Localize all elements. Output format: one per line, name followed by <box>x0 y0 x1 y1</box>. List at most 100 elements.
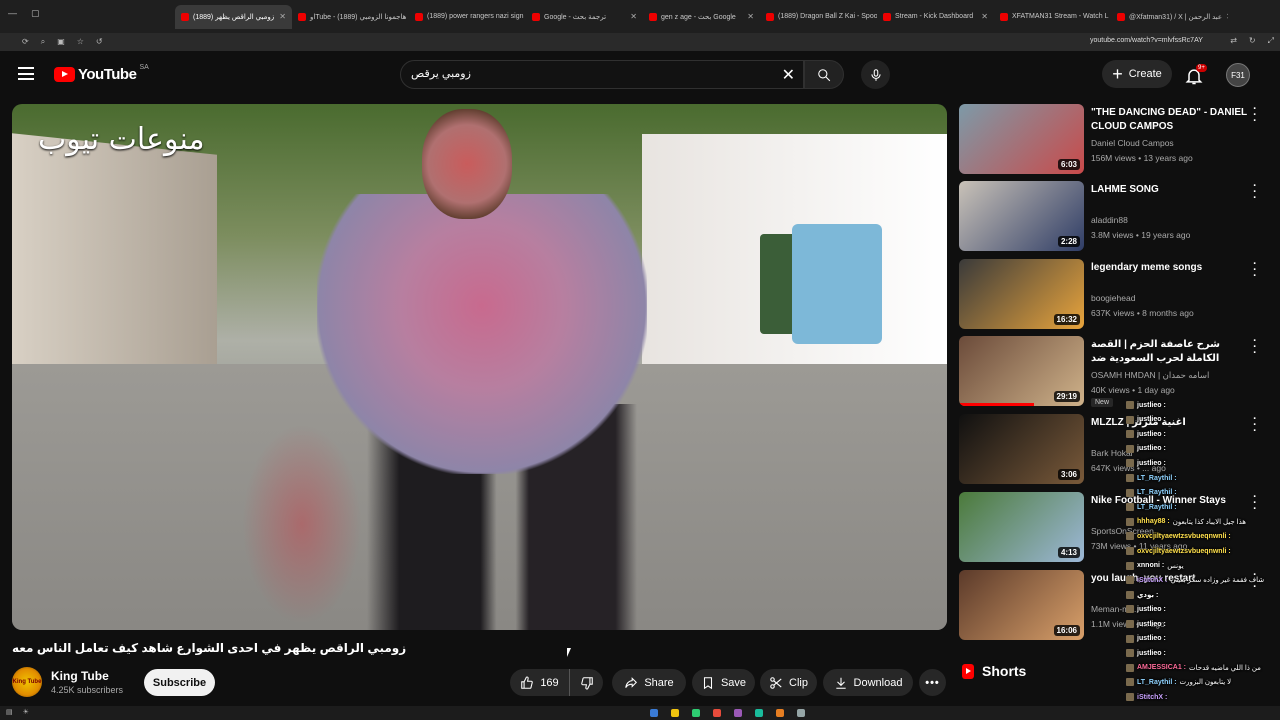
tab-close-icon[interactable]: ✕ <box>747 12 754 21</box>
more-vertical-icon[interactable]: · · · <box>1251 259 1259 282</box>
download-button[interactable]: Download <box>823 669 913 696</box>
chat-message: AMJESSICA1 : من ذا اللي ماضيه قدحات <box>1126 663 1261 673</box>
channel-avatar[interactable]: King Tube <box>12 667 42 697</box>
address-url[interactable]: youtube.com/watch?v=mlvfssRc7AY <box>1090 37 1203 44</box>
save-label: Save <box>720 676 747 689</box>
search-query[interactable]: زومبي يرقص <box>411 67 471 80</box>
browser-tab[interactable]: زومبي الراقص يظهر (1889) ✕ <box>175 4 292 29</box>
recommended-video[interactable]: 6:03 "THE DANCING DEAD" - DANIEL CLOUD CA… <box>959 104 1269 174</box>
taskbar-app-icon[interactable] <box>692 709 700 717</box>
browser-tab[interactable]: Stream - Kick Dashboard ✕ <box>877 5 994 29</box>
video-thumbnail[interactable]: 16:06 <box>959 570 1084 640</box>
chat-message: LT_Raythil : <box>1126 473 1180 483</box>
video-thumbnail[interactable]: 16:32 <box>959 259 1084 329</box>
taskbar-app-icon[interactable] <box>671 709 679 717</box>
recommended-channel-name[interactable]: Daniel Cloud Campos <box>1091 138 1174 148</box>
minimize-icon[interactable]: — <box>8 8 17 19</box>
tab-close-icon[interactable]: ✕ <box>981 12 988 21</box>
browser-tab[interactable]: اوTube - هاجمونا الزومبي (1889)✕ <box>292 5 409 29</box>
youtube-logo[interactable]: YouTube SA <box>54 64 149 83</box>
like-button[interactable]: 169 <box>510 669 570 696</box>
tab-search-icon[interactable]: ⌕ <box>41 37 45 47</box>
taskbar-app-icon[interactable] <box>755 709 763 717</box>
video-duration: 16:32 <box>1053 314 1080 325</box>
more-vertical-icon[interactable]: · · · <box>1251 336 1259 359</box>
voice-search-button[interactable] <box>861 60 890 89</box>
taskbar-app-icon[interactable] <box>650 709 658 717</box>
recommended-video[interactable]: 2:28 LAHME SONG aladdin88 3.8M views • 19 y… <box>959 181 1269 251</box>
search-input[interactable]: زومبي يرقص ✕ <box>400 60 804 89</box>
subscribe-button[interactable]: Subscribe <box>144 669 215 696</box>
tab-close-icon[interactable]: ✕ <box>279 12 286 21</box>
chat-user-badge-icon <box>1126 488 1134 497</box>
fullscreen-icon[interactable]: ⤢ <box>1268 36 1274 46</box>
window-controls: — ▢ <box>8 8 40 19</box>
share-button[interactable]: Share <box>612 669 686 696</box>
account-avatar[interactable]: F31 <box>1226 63 1250 87</box>
video-thumbnail[interactable]: 4:13 <box>959 492 1084 562</box>
chat-message: justlieo : <box>1126 458 1169 468</box>
recommended-video[interactable]: 16:32 legendary meme songs boogiehead 637K … <box>959 259 1269 329</box>
recommended-channel-name[interactable]: boogiehead <box>1091 293 1135 303</box>
restore-icon[interactable]: ▢ <box>31 8 40 19</box>
more-actions-button[interactable]: ••• <box>919 669 946 696</box>
video-player[interactable]: منوعات تيوب <box>12 104 947 630</box>
scissors-icon <box>770 676 782 689</box>
recommended-video-title[interactable]: LAHME SONG <box>1091 183 1251 197</box>
search-button[interactable] <box>804 60 844 89</box>
browser-tab[interactable]: gen z age - بحث Google ✕ <box>643 5 760 29</box>
tab-close-icon[interactable]: ✕ <box>630 12 637 21</box>
recommended-video-title[interactable]: legendary meme songs <box>1091 261 1251 275</box>
browser-tab[interactable]: Google - ترجمة بحث ✕ <box>526 5 643 29</box>
recommended-video-title[interactable]: "THE DANCING DEAD" - DANIEL CLOUD CAMPOS <box>1091 106 1251 134</box>
translate-icon[interactable]: ⇄ <box>1230 36 1237 46</box>
chat-username: oxvcjiltyaewtzsvbueqnwnli : <box>1137 547 1231 555</box>
tab-close-icon[interactable]: ✕ <box>1226 12 1228 21</box>
video-thumbnail[interactable]: 6:03 <box>959 104 1084 174</box>
refresh-icon[interactable]: ↻ <box>1249 36 1256 46</box>
more-vertical-icon[interactable]: · · · <box>1251 104 1259 127</box>
bookmark-star-icon[interactable]: ☆ <box>77 37 84 47</box>
weather-icon[interactable]: ☀ <box>23 708 29 716</box>
recommended-channel-name[interactable]: aladdin88 <box>1091 215 1128 225</box>
browser-tab[interactable]: XFATMAN31 Stream - Watch L✕ <box>994 5 1111 29</box>
reload-icon[interactable]: ⟳ <box>22 37 29 47</box>
chat-username: justlieo : <box>1137 401 1166 409</box>
video-thumbnail[interactable]: 3:06 <box>959 414 1084 484</box>
hamburger-menu-icon[interactable] <box>18 67 34 80</box>
clear-search-icon[interactable]: ✕ <box>782 65 795 85</box>
recommended-channel-name[interactable]: OSAMH HMDAN | اسامه حمدان <box>1091 370 1209 381</box>
browser-tab[interactable]: @Xfatman31) / X | عبد الرحمن✕ <box>1111 5 1228 29</box>
share-label: Share <box>644 676 674 689</box>
clip-button[interactable]: Clip <box>760 669 817 696</box>
search-icon <box>818 68 831 81</box>
browser-tab[interactable]: (1889) Dragon Ball Z Kai - Spoo✕ <box>760 5 877 29</box>
more-vertical-icon[interactable]: · · · <box>1251 181 1259 204</box>
video-thumbnail[interactable]: 29:19 <box>959 336 1084 406</box>
chat-text: شاف فقمة غير وزاده سكر بعيني <box>1170 577 1265 585</box>
taskbar-app-icon[interactable] <box>776 709 784 717</box>
chat-username: justlieo : <box>1137 459 1166 467</box>
history-icon[interactable]: ↺ <box>96 37 103 47</box>
chat-user-badge-icon <box>1126 634 1134 643</box>
taskbar-app-icon[interactable] <box>797 709 805 717</box>
create-button[interactable]: + Create <box>1102 60 1172 88</box>
video-title: زومبي الراقص يظهر في احدى الشوارع شاهد ك… <box>12 641 407 655</box>
chat-message: بودي : <box>1126 590 1161 600</box>
video-thumbnail[interactable]: 2:28 <box>959 181 1084 251</box>
plus-icon: + <box>1112 64 1123 84</box>
download-label: Download <box>853 676 903 689</box>
save-button[interactable]: Save <box>692 669 755 696</box>
recommended-video-title[interactable]: شرح عاصفة الحزم | القصة الكاملة لحرب الس… <box>1091 338 1251 366</box>
taskbar-app-icon[interactable] <box>734 709 742 717</box>
dislike-button[interactable] <box>570 669 603 696</box>
extension-icon[interactable]: ▣ <box>57 37 65 47</box>
browser-tab[interactable]: (1889) power rangers nazi sign✕ <box>409 5 526 29</box>
shorts-section-header[interactable]: Shorts <box>962 663 1026 679</box>
taskbar-app-icon[interactable] <box>713 709 721 717</box>
video-scene-blue-bin <box>792 224 882 344</box>
channel-name[interactable]: King Tube <box>51 669 109 683</box>
system-tray-icon[interactable]: ▤ <box>6 708 13 716</box>
recommended-video[interactable]: 29:19 شرح عاصفة الحزم | القصة الكاملة لحر… <box>959 336 1269 407</box>
video-scene-dancer-body <box>317 194 647 474</box>
